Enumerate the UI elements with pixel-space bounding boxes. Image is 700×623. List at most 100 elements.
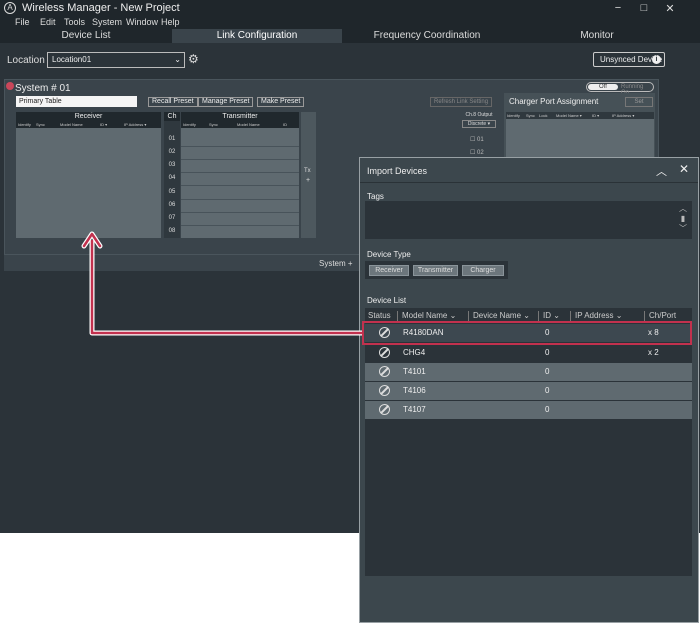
add-system-button[interactable]: System + — [319, 259, 353, 268]
ch8-row[interactable]: ☐ 02 — [470, 149, 484, 156]
tab-monitor[interactable]: Monitor — [512, 29, 682, 43]
system-title: System # 01 — [15, 83, 71, 94]
col-separator — [397, 311, 398, 321]
tab-frequency-coordination[interactable]: Frequency Coordination — [342, 29, 512, 43]
charger-set-button[interactable]: Set — [625, 97, 653, 107]
tx-add-strip[interactable] — [301, 112, 316, 238]
menu-help[interactable]: Help — [161, 17, 180, 27]
col-id[interactable]: ID ⌄ — [543, 311, 560, 321]
receiver-columns: Identify Sync Model Name ID ▾ IP Address… — [16, 121, 161, 128]
col-status[interactable]: Status — [368, 311, 391, 321]
filter-charger-button[interactable]: Charger — [462, 265, 504, 276]
location-select[interactable]: Location01 ⌄ — [47, 52, 185, 68]
table-row[interactable]: T4107 0 — [365, 401, 692, 419]
device-list-label: Device List — [367, 296, 407, 305]
manage-preset-button[interactable]: Manage Preset — [198, 97, 254, 107]
col-id[interactable]: ID — [283, 121, 287, 128]
menu-edit[interactable]: Edit — [40, 17, 56, 27]
toggle-off-label: Off — [588, 84, 618, 90]
ch-header: Ch — [164, 112, 180, 121]
col-model-name[interactable]: Model Name ⌄ — [402, 311, 456, 321]
dialog-title: Import Devices — [367, 166, 428, 176]
col-model-name[interactable]: Model Name ▾ — [556, 112, 582, 119]
status-disconnected-icon — [379, 347, 390, 358]
status-disconnected-icon — [379, 404, 390, 415]
col-model-name[interactable]: Model Name — [60, 121, 83, 128]
ch-number: 01 — [168, 136, 176, 142]
close-button[interactable]: ✕ — [660, 2, 680, 15]
ch-number: 07 — [168, 215, 176, 221]
system-close-icon[interactable] — [6, 82, 14, 90]
refresh-link-setting-button[interactable]: Refresh Link Setting — [430, 97, 493, 107]
ch-port: x 2 — [648, 348, 659, 357]
ch8-output-title: Ch.8 Output — [465, 112, 493, 118]
unsynced-device-button[interactable]: Unsynced Device i — [593, 52, 665, 67]
ch8-row[interactable]: ☐ 01 — [470, 136, 484, 143]
transmitter-grid[interactable] — [181, 128, 299, 238]
device-id: 0 — [545, 405, 550, 414]
menu-system[interactable]: System — [92, 17, 122, 27]
recall-preset-button[interactable]: Recall Preset — [148, 97, 198, 107]
chevron-up-icon[interactable]: ︿ — [656, 163, 667, 179]
maximize-button[interactable]: □ — [634, 2, 654, 14]
tags-label: Tags — [367, 192, 384, 201]
status-disconnected-icon — [379, 366, 390, 377]
nav-tabs: Device List Link Configuration Frequency… — [0, 29, 700, 43]
receiver-grid[interactable] — [16, 128, 161, 238]
make-preset-button[interactable]: Make Preset — [257, 97, 305, 107]
col-ch-port[interactable]: Ch/Port — [649, 311, 676, 321]
menu-window[interactable]: Window — [126, 17, 158, 27]
model-name: T4107 — [403, 405, 426, 414]
location-value: Location01 — [52, 55, 92, 64]
ch-number: 02 — [168, 149, 176, 155]
col-ip-address[interactable]: IP Address ⌄ — [575, 311, 622, 321]
close-icon[interactable]: ✕ — [679, 162, 689, 176]
row-highlight-callout — [362, 321, 692, 345]
menu-tools[interactable]: Tools — [64, 17, 85, 27]
table-row[interactable]: T4106 0 — [365, 382, 692, 400]
ch-number: 04 — [168, 175, 176, 181]
charger-port-title: Charger Port Assignment — [509, 97, 599, 106]
row-divider — [181, 225, 299, 226]
model-name: T4106 — [403, 386, 426, 395]
col-ip-address[interactable]: IP Address ▾ — [124, 121, 146, 128]
col-ip-address[interactable]: IP Address ▾ — [612, 112, 634, 119]
row-divider — [181, 146, 299, 147]
tags-scrollbar[interactable]: ︿ ▮ ﹀ — [677, 204, 689, 236]
col-sync: Sync — [526, 113, 535, 118]
ch8-output-select[interactable]: Discrete ▾ — [462, 120, 496, 128]
charger-grid[interactable] — [506, 119, 654, 157]
ch-number: 08 — [168, 228, 176, 234]
row-divider — [181, 185, 299, 186]
device-id: 0 — [545, 367, 550, 376]
minimize-button[interactable]: − — [608, 2, 628, 14]
menu-bar: File Edit Tools System Window Help — [0, 17, 700, 29]
table-name-input[interactable]: Primary Table — [16, 96, 137, 107]
col-identify: Identify — [183, 122, 196, 127]
gear-icon[interactable]: ⚙ — [188, 52, 199, 66]
tags-list[interactable] — [365, 201, 692, 239]
col-sync: Sync — [209, 122, 218, 127]
tab-link-configuration[interactable]: Link Configuration — [172, 29, 342, 43]
device-id: 0 — [545, 348, 550, 357]
tx-add-icon[interactable]: + — [306, 177, 310, 184]
info-icon: i — [652, 55, 661, 64]
device-id: 0 — [545, 386, 550, 395]
col-id[interactable]: ID ▾ — [100, 121, 107, 128]
col-model-name[interactable]: Model Name — [237, 121, 260, 128]
row-divider — [181, 212, 299, 213]
import-devices-dialog: Import Devices ︿ ✕ Tags ︿ ▮ ﹀ Device Type … — [359, 157, 699, 623]
tab-device-list[interactable]: Device List — [0, 29, 172, 43]
menu-file[interactable]: File — [15, 17, 30, 27]
col-separator — [468, 311, 469, 321]
table-row[interactable]: CHG4 0 x 2 — [365, 344, 692, 362]
col-id[interactable]: ID ▾ — [592, 112, 599, 119]
system-run-toggle[interactable]: Off Running On — [586, 82, 654, 96]
col-device-name[interactable]: Device Name ⌄ — [473, 311, 530, 321]
ch8-output: Ch.8 Output Discrete ▾ — [462, 112, 496, 128]
app-logo-icon: A — [4, 2, 16, 14]
col-sync: Sync — [36, 122, 45, 127]
filter-receiver-button[interactable]: Receiver — [369, 265, 409, 276]
table-row[interactable]: T4101 0 — [365, 363, 692, 381]
filter-transmitter-button[interactable]: Transmitter — [413, 265, 458, 276]
